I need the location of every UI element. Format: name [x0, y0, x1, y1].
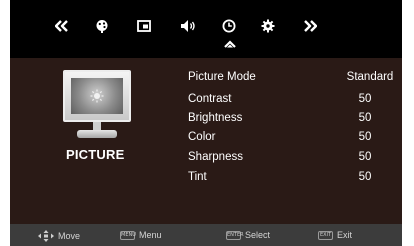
hint-label: Exit [337, 230, 353, 240]
osd-menu: PICTURE Picture Mode Standard Contrast 5… [10, 0, 402, 246]
hint-label: Select [245, 230, 271, 240]
menu-body: PICTURE Picture Mode Standard Contrast 5… [10, 58, 402, 224]
screen-icon[interactable] [136, 18, 152, 34]
top-menu-bar [10, 0, 402, 58]
clock-icon[interactable] [221, 18, 237, 34]
setting-value: 50 [358, 93, 372, 105]
setting-row-sharpness[interactable]: Sharpness 50 [10, 151, 402, 169]
setting-label: Brightness [188, 112, 243, 124]
enter-key-icon: ENTER [226, 230, 244, 240]
setting-value: 50 [358, 131, 372, 143]
setting-value: 50 [358, 112, 372, 124]
setting-label: Tint [188, 171, 207, 183]
setting-label: Contrast [188, 93, 232, 105]
hint-exit: EXIT Exit [318, 230, 352, 240]
hint-label: Menu [139, 230, 162, 240]
palette-icon[interactable] [94, 18, 110, 34]
setting-label: Sharpness [188, 151, 243, 163]
setting-value: Standard [346, 71, 394, 83]
double-chevron-right-icon[interactable] [302, 18, 318, 34]
menu-key-icon: MENU [120, 230, 136, 240]
setting-value: 50 [358, 171, 372, 183]
exit-key-icon: EXIT [318, 230, 333, 240]
setting-label: Picture Mode [188, 71, 256, 83]
hint-menu: MENU Menu [120, 230, 162, 240]
footer-hints: Move MENU Menu ENTER Select EXIT Exit [10, 224, 402, 246]
gear-icon[interactable] [260, 18, 276, 34]
speaker-icon[interactable] [180, 18, 196, 34]
setting-row-brightness[interactable]: Brightness 50 [10, 112, 402, 130]
hint-label: Move [58, 231, 81, 241]
setting-row-contrast[interactable]: Contrast 50 [10, 93, 402, 111]
setting-row-picture-mode[interactable]: Picture Mode Standard [10, 71, 402, 89]
setting-label: Color [188, 131, 216, 143]
setting-row-tint[interactable]: Tint 50 [10, 171, 402, 189]
selected-caret-icon [224, 40, 236, 48]
setting-row-color[interactable]: Color 50 [10, 131, 402, 149]
setting-value: 50 [358, 151, 372, 163]
hint-move: Move [38, 230, 80, 242]
double-chevron-left-icon[interactable] [54, 18, 70, 34]
hint-select: ENTER Select [226, 230, 270, 240]
dpad-icon [38, 230, 54, 242]
